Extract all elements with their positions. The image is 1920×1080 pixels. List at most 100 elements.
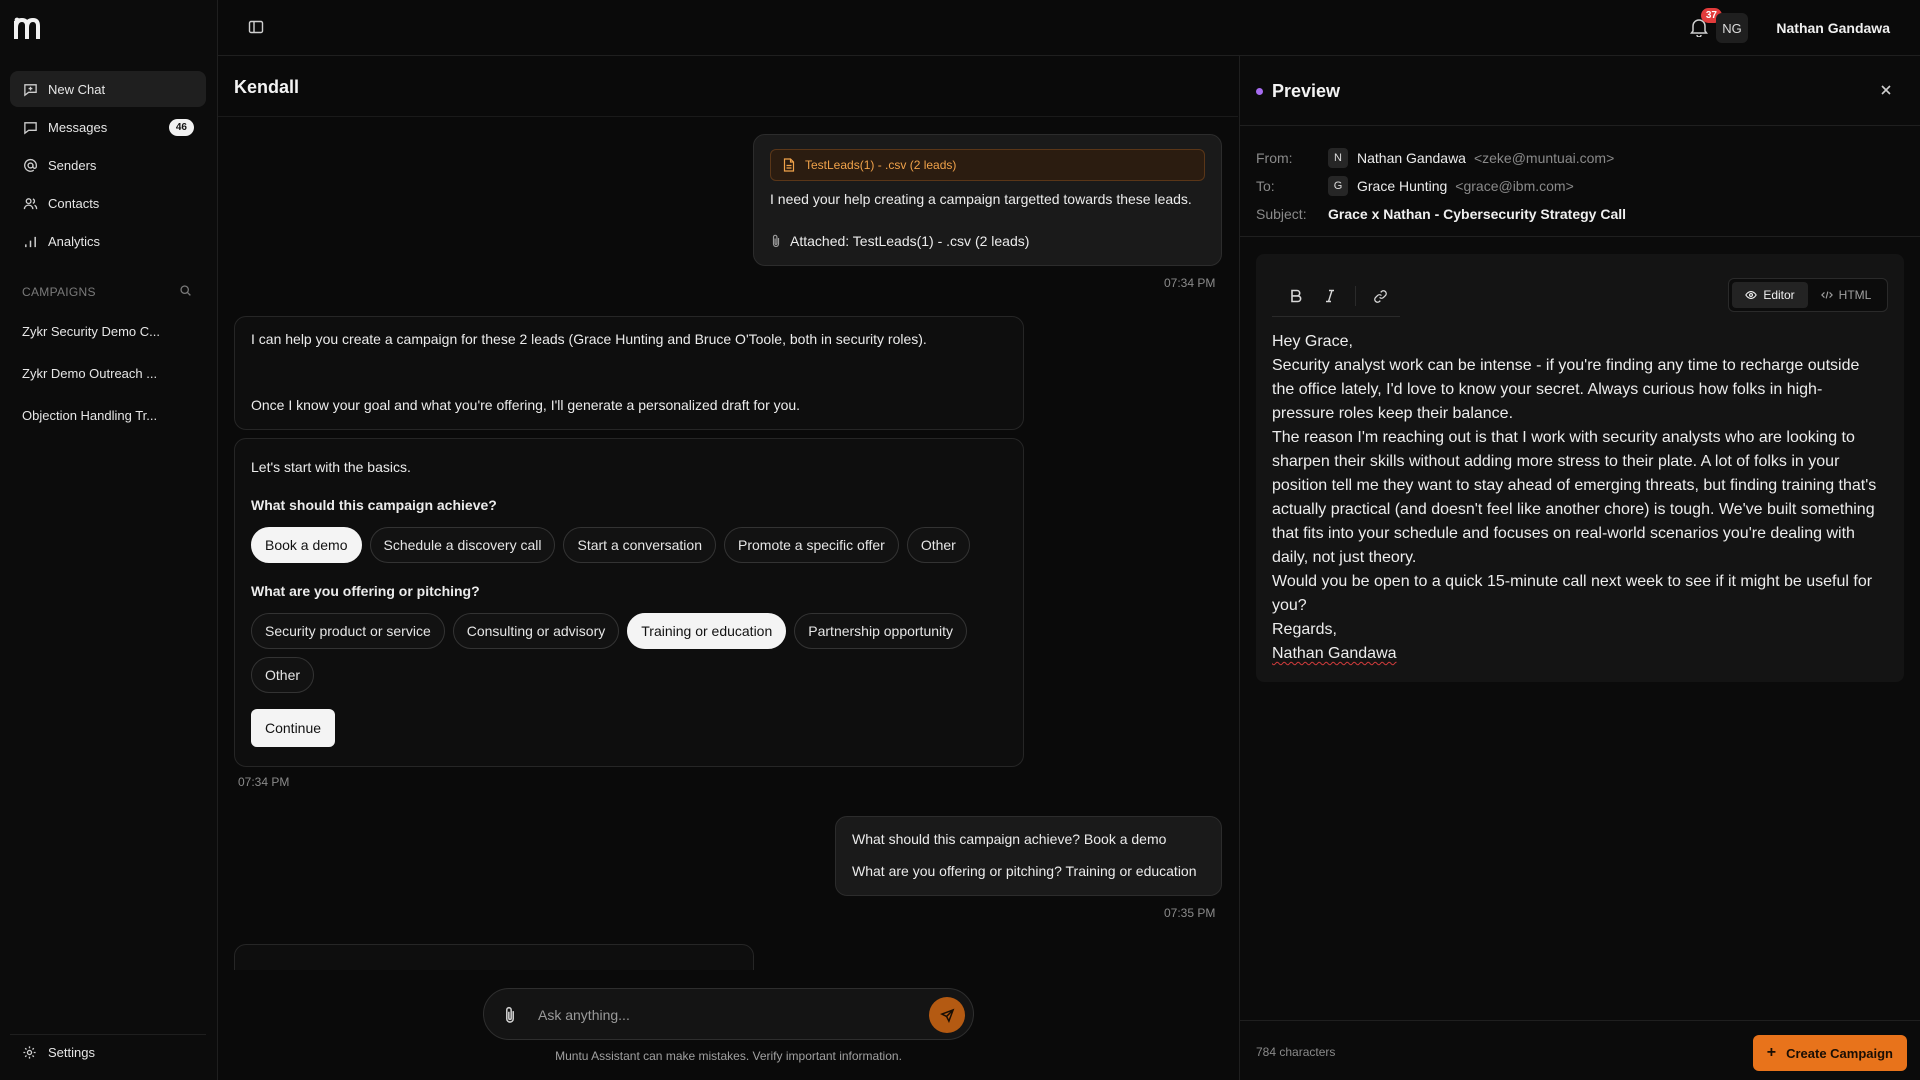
continue-button[interactable]: Continue (251, 709, 336, 747)
form-intro: Let's start with the basics. (251, 459, 411, 475)
editor-mode-button[interactable]: Editor (1732, 282, 1808, 308)
option-chip[interactable]: Partnership opportunity (794, 613, 968, 649)
email-line: Security analyst work can be intense - i… (1272, 357, 1860, 422)
attachment-text: Attached: TestLeads(1) - .csv (2 leads) (790, 233, 1030, 249)
sidebar-item-senders[interactable]: Senders (10, 147, 206, 183)
preview-title: Preview (1272, 81, 1341, 101)
app-logo[interactable] (14, 17, 46, 39)
preview-footer: 784 characters + Create Campaign (1240, 1020, 1920, 1080)
new-chat-icon (22, 81, 38, 97)
email-line: The reason I'm reaching out is that I wo… (1272, 429, 1877, 566)
close-icon[interactable] (1879, 83, 1895, 99)
chat-header: Kendall (218, 56, 1238, 117)
subject-label: Subject: (1256, 206, 1307, 222)
email-line: Hey Grace, (1272, 333, 1353, 350)
option-chip[interactable]: Training or education (627, 613, 787, 649)
subject-row: Subject: Grace x Nathan - Cybersecurity … (1256, 200, 1896, 228)
user-message: What should this campaign achieve? Book … (835, 816, 1222, 896)
subject-text: Grace x Nathan - Cybersecurity Strategy … (1328, 206, 1627, 222)
settings-button[interactable]: Settings (10, 1034, 206, 1070)
message-timestamp: 07:34 PM (1164, 276, 1216, 290)
disclaimer: Muntu Assistant can make mistakes. Verif… (555, 1049, 902, 1063)
file-attachment-chip[interactable]: TestLeads(1) - .csv (2 leads) (770, 149, 1205, 181)
avatar[interactable]: NG (1716, 13, 1748, 43)
editor-mode-label: Editor (1763, 288, 1795, 302)
user-name[interactable]: Nathan Gandawa (1776, 20, 1890, 36)
assistant-message-text: I can help you create a campaign for the… (251, 331, 927, 347)
toolbar-underline (1272, 316, 1400, 317)
create-campaign-button[interactable]: + Create Campaign (1752, 1035, 1907, 1071)
sidebar-item-analytics[interactable]: Analytics (10, 223, 206, 259)
send-button[interactable] (929, 997, 965, 1033)
sidebar-item-label: Analytics (48, 233, 101, 249)
file-icon (783, 158, 795, 172)
email-signature: Nathan Gandawa (1272, 642, 1884, 666)
recipient-name: Grace Hunting (1357, 178, 1448, 194)
sidebar-item-label: Messages (48, 119, 108, 135)
sender-initial: N (1328, 148, 1348, 168)
chat-input[interactable] (538, 999, 888, 1031)
link-icon[interactable] (1368, 284, 1392, 308)
top-bar: 37 NG Nathan Gandawa (218, 0, 1920, 56)
sidebar-toggle-icon[interactable] (248, 19, 266, 37)
sidebar-item-label: Senders (48, 157, 97, 173)
form-question: What are you offering or pitching? (251, 583, 480, 599)
gear-icon (22, 1045, 38, 1061)
code-icon (1820, 290, 1833, 300)
option-chip[interactable]: Other (251, 657, 315, 693)
option-chip[interactable]: Consulting or advisory (452, 613, 620, 649)
campaigns-heading: CAMPAIGNS (22, 285, 96, 299)
email-line: Would you be open to a quick 15-minute c… (1272, 573, 1873, 614)
sender-email: <zeke@muntuai.com> (1473, 150, 1615, 166)
message-timestamp: 07:34 PM (238, 775, 290, 789)
option-chip[interactable]: Security product or service (251, 613, 445, 649)
html-mode-button[interactable]: HTML (1808, 282, 1884, 308)
recipient-email: <grace@ibm.com> (1455, 178, 1574, 194)
option-chip[interactable]: Promote a specific offer (724, 527, 899, 563)
email-body[interactable]: Hey Grace, Security analyst work can be … (1272, 330, 1884, 666)
option-chip[interactable]: Book a demo (251, 527, 362, 563)
campaign-form-card: Let's start with the basics. What should… (234, 438, 1024, 767)
divider (1240, 236, 1920, 237)
bold-icon[interactable] (1284, 284, 1308, 308)
option-chip[interactable]: Start a conversation (563, 527, 716, 563)
from-row: From: N Nathan Gandawa <zeke@muntuai.com… (1256, 144, 1896, 172)
campaign-item[interactable]: Objection Handling Tr... (10, 394, 206, 436)
preview-header: Preview (1240, 56, 1920, 126)
from-label: From: (1256, 150, 1293, 166)
paperclip-icon (770, 234, 782, 248)
sidebar-item-label: Contacts (48, 195, 100, 211)
campaign-item[interactable]: Zykr Demo Outreach ... (10, 352, 206, 394)
campaigns-header: CAMPAIGNS (22, 284, 192, 300)
file-chip-label: TestLeads(1) - .csv (2 leads) (805, 158, 957, 172)
italic-icon[interactable] (1318, 284, 1342, 308)
option-chip[interactable]: Schedule a discovery call (369, 527, 556, 563)
to-label: To: (1256, 178, 1275, 194)
sidebar-item-label: New Chat (48, 81, 106, 97)
plus-icon: + (1766, 1044, 1777, 1061)
at-sign-icon (22, 157, 38, 173)
sidebar: New Chat Messages 46 Senders Contacts An… (0, 0, 218, 1080)
user-message: TestLeads(1) - .csv (2 leads) I need you… (753, 134, 1222, 266)
preview-panel: Preview From: N Nathan Gandawa <zeke@mun… (1239, 56, 1920, 1080)
user-message-text: What should this campaign achieve? Book … (852, 831, 1167, 847)
campaign-item[interactable]: Zykr Security Demo C... (10, 310, 206, 352)
goal-options: Book a demo Schedule a discovery call St… (251, 527, 1011, 563)
recipient-initial: G (1328, 176, 1348, 196)
sidebar-item-new-chat[interactable]: New Chat (10, 71, 206, 107)
contacts-icon (22, 195, 38, 211)
sidebar-item-contacts[interactable]: Contacts (10, 185, 206, 221)
search-icon[interactable] (179, 284, 192, 300)
toolbar-separator (1355, 286, 1356, 306)
editor-mode-toggle: Editor HTML (1728, 278, 1888, 312)
settings-label: Settings (48, 1045, 95, 1060)
signature-name: Nathan Gandawa (1272, 645, 1397, 662)
sidebar-item-messages[interactable]: Messages 46 (10, 109, 206, 145)
send-icon (939, 1008, 954, 1023)
sender-name: Nathan Gandawa (1357, 150, 1466, 166)
campaign-list: Zykr Security Demo C... Zykr Demo Outrea… (10, 310, 206, 436)
option-chip[interactable]: Other (906, 527, 970, 563)
messages-count-badge: 46 (168, 118, 194, 136)
paperclip-icon[interactable] (502, 1006, 520, 1024)
create-campaign-label: Create Campaign (1786, 1045, 1893, 1061)
